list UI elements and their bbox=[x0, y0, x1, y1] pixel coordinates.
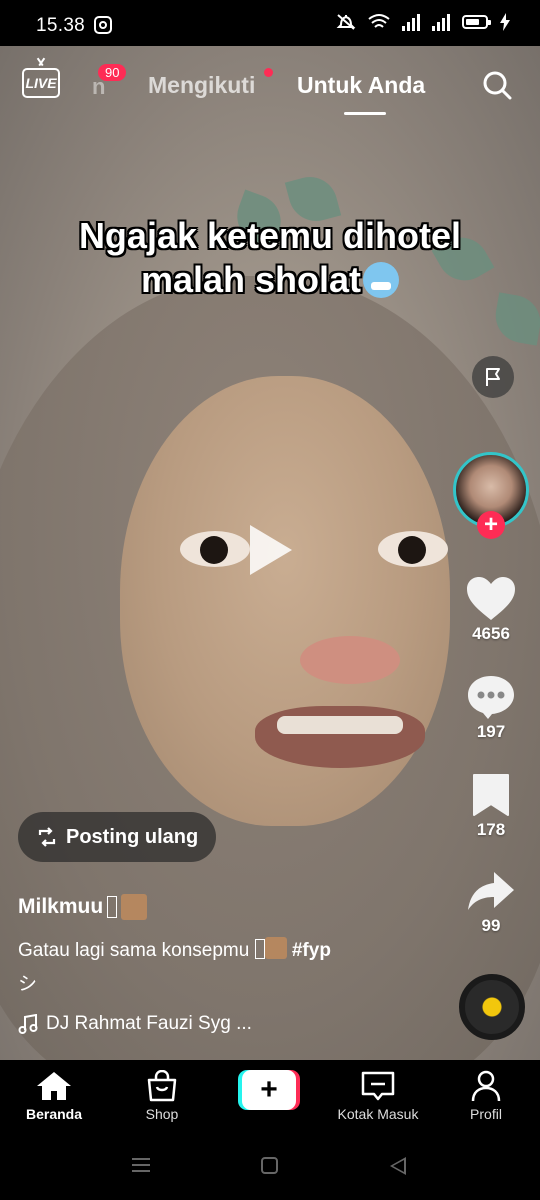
nav-home[interactable]: Beranda bbox=[4, 1070, 104, 1122]
bookmark-count: 178 bbox=[476, 820, 506, 839]
like-count: 4656 bbox=[472, 624, 510, 643]
bookmark-icon bbox=[473, 774, 509, 816]
report-button[interactable] bbox=[472, 356, 514, 398]
repost-label: Posting ulang bbox=[66, 825, 199, 848]
active-tab-indicator bbox=[344, 112, 386, 115]
music-info[interactable]: DJ Rahmat Fauzi Syg ... bbox=[18, 1013, 252, 1035]
video-caption: Ngajak ketemu dihotel malah sholat bbox=[0, 214, 540, 302]
new-content-dot bbox=[264, 68, 273, 77]
play-icon[interactable] bbox=[250, 525, 292, 575]
tab-for-you[interactable]: Untuk Anda bbox=[297, 72, 425, 99]
mouth bbox=[255, 706, 425, 768]
cold-face-emoji-icon bbox=[363, 262, 400, 298]
live-button[interactable]: LIVE bbox=[22, 68, 60, 98]
wifi-icon bbox=[368, 14, 390, 28]
plus-icon: + bbox=[242, 1070, 296, 1110]
music-disc-icon[interactable] bbox=[459, 974, 525, 1040]
music-title: DJ Rahmat Fauzi Syg ... bbox=[46, 1013, 252, 1034]
comment-button[interactable]: 197 bbox=[458, 674, 524, 742]
signal-icon bbox=[402, 13, 420, 31]
repost-button[interactable]: Posting ulang bbox=[18, 812, 217, 862]
status-time: 15.38 bbox=[36, 15, 86, 36]
shopping-bag-icon bbox=[147, 1070, 177, 1102]
mute-icon bbox=[336, 14, 356, 30]
home-square-icon[interactable] bbox=[261, 1157, 278, 1174]
skin-tone-emoji-icon bbox=[121, 894, 148, 920]
recent-apps-icon[interactable] bbox=[132, 1158, 150, 1172]
battery-icon bbox=[462, 15, 491, 29]
follow-button[interactable]: + bbox=[477, 511, 505, 539]
description-text-end: シ bbox=[18, 974, 38, 995]
nav-shop[interactable]: Shop bbox=[112, 1070, 212, 1122]
missing-glyph-icon bbox=[107, 896, 118, 918]
share-arrow-icon bbox=[468, 872, 514, 910]
skin-tone-emoji-icon bbox=[264, 937, 287, 959]
top-nav: LIVE n 90 Mengikuti Untuk Anda bbox=[0, 46, 540, 126]
nav-inbox[interactable]: Kotak Masuk bbox=[328, 1070, 428, 1122]
notification-badge: 90 bbox=[98, 64, 127, 81]
status-icons bbox=[336, 13, 510, 31]
missing-glyph-icon bbox=[254, 939, 265, 959]
charging-icon bbox=[500, 13, 510, 31]
search-icon[interactable] bbox=[482, 70, 512, 100]
username-text: Milkmuu bbox=[18, 895, 104, 918]
nose bbox=[300, 636, 400, 684]
eye bbox=[378, 531, 448, 567]
bookmark-button[interactable]: 178 bbox=[458, 772, 524, 840]
repost-icon bbox=[38, 827, 56, 847]
eye bbox=[180, 531, 250, 567]
hashtag[interactable]: #fyp bbox=[292, 940, 331, 961]
instagram-icon bbox=[94, 16, 112, 34]
nav-profile-label: Profil bbox=[470, 1106, 502, 1122]
bottom-nav: Beranda Shop + Kotak Masuk Profil bbox=[0, 1060, 540, 1138]
video-description[interactable]: Gatau lagi sama konsepmu #fyp シ bbox=[18, 934, 408, 1002]
caption-line: malah sholat bbox=[140, 259, 362, 300]
heart-icon bbox=[467, 577, 515, 620]
tab-following[interactable]: Mengikuti bbox=[148, 72, 255, 99]
caption-line: Ngajak ketemu dihotel bbox=[78, 215, 462, 256]
inbox-icon bbox=[361, 1071, 395, 1101]
live-label: LIVE bbox=[25, 75, 57, 91]
signal-icon bbox=[432, 13, 450, 31]
home-icon bbox=[37, 1072, 71, 1100]
like-button[interactable]: 4656 bbox=[458, 576, 524, 644]
comment-icon bbox=[468, 676, 514, 719]
flag-icon bbox=[486, 368, 500, 386]
back-icon[interactable] bbox=[390, 1157, 406, 1175]
nav-home-label: Beranda bbox=[25, 1106, 83, 1122]
system-nav-bar bbox=[0, 1138, 540, 1200]
share-count: 99 bbox=[481, 916, 501, 935]
nav-shop-label: Shop bbox=[145, 1106, 179, 1122]
nav-inbox-label: Kotak Masuk bbox=[337, 1106, 419, 1122]
creator-username[interactable]: Milkmuu bbox=[18, 894, 148, 920]
music-note-icon bbox=[18, 1014, 38, 1034]
comment-count: 197 bbox=[476, 722, 506, 741]
share-button[interactable]: 99 bbox=[458, 868, 524, 936]
status-bar: 15.38 bbox=[0, 0, 540, 46]
create-button[interactable]: + bbox=[238, 1070, 300, 1110]
caption-line-2: malah sholat bbox=[0, 258, 540, 302]
nav-profile[interactable]: Profil bbox=[436, 1070, 536, 1122]
description-text: Gatau lagi sama konsepmu bbox=[18, 940, 250, 961]
profile-icon bbox=[471, 1070, 501, 1102]
